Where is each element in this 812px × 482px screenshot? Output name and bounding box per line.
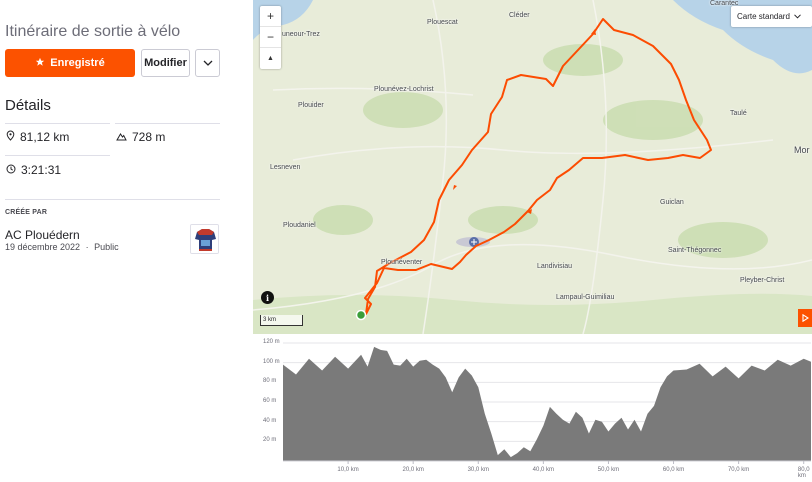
route-date: 19 décembre 2022: [5, 242, 81, 252]
edit-button[interactable]: Modifier: [141, 49, 190, 77]
map-type-value: Carte standard: [737, 12, 790, 21]
map-place-label: uneour-Trez: [282, 31, 320, 38]
map-place-label: Ploudaniel: [283, 222, 316, 229]
map-place-label: Plounéventer: [381, 259, 423, 266]
flyover-play-button[interactable]: [798, 309, 812, 327]
map-place-label: Plouider: [298, 102, 324, 109]
clock-icon: [6, 163, 16, 177]
saved-button[interactable]: Enregistré: [5, 49, 135, 77]
map-canvas[interactable]: [253, 0, 812, 334]
elevation-stat: 728 m: [116, 130, 165, 144]
chevron-down-icon: [203, 57, 213, 69]
duration-stat: 3:21:31: [6, 163, 61, 177]
elevation-profile[interactable]: 120 m 100 m 80 m 60 m 40 m 20 m 10,0 km 20,0 k…: [253, 334, 812, 482]
edit-button-label: Modifier: [144, 57, 187, 69]
scale-label: 3 km: [263, 317, 277, 323]
route-start-marker: [355, 309, 367, 321]
info-icon: i: [265, 292, 270, 303]
divider: [5, 155, 110, 156]
elevation-chart[interactable]: [253, 334, 812, 482]
created-by-label: CRÉÉE PAR: [5, 209, 48, 216]
page-title: Itinéraire de sortie à vélo: [5, 23, 181, 40]
distance-value: 81,12 km: [20, 130, 70, 144]
map-pin-icon: [6, 130, 15, 144]
zoom-in-button[interactable]: +: [260, 6, 281, 27]
details-heading: Détails: [5, 97, 51, 114]
visibility-label: Public: [94, 242, 119, 252]
map-place-label: Pleyber-Christ: [740, 277, 785, 284]
zoom-out-button[interactable]: −: [260, 27, 281, 48]
chevron-down-icon: [794, 12, 801, 21]
route-meta: 19 décembre 2022 · Public: [5, 242, 119, 252]
map-zoom-controls: + − ▲: [260, 6, 281, 69]
compass-button[interactable]: ▲: [260, 48, 281, 69]
star-icon: [35, 57, 45, 70]
divider: [5, 123, 110, 124]
map-place-label: Mor: [794, 145, 810, 155]
map-place-label: Taulé: [730, 110, 747, 117]
route-map[interactable]: Carantec Cléder Plouescat uneour-Trez Pl…: [253, 0, 812, 334]
elevation-area: [283, 346, 811, 461]
saved-button-label: Enregistré: [50, 57, 105, 69]
map-place-label: Lampaul-Guimiliau: [556, 294, 615, 301]
divider: [115, 123, 220, 124]
map-type-select[interactable]: Carte standard: [731, 6, 812, 27]
distance-stat: 81,12 km: [6, 130, 69, 144]
map-scale: 3 km: [260, 315, 303, 326]
map-place-label: Lesneven: [270, 164, 301, 171]
map-place-label: Plounévez-Lochrist: [374, 86, 434, 93]
map-place-label: Landivisiau: [537, 263, 573, 270]
map-place-label: Cléder: [509, 12, 530, 19]
play-icon: [801, 309, 809, 327]
info-button[interactable]: i: [261, 291, 274, 304]
mountain-icon: [116, 130, 127, 144]
map-place-label: Guiclan: [660, 199, 684, 206]
divider: [5, 199, 220, 200]
club-avatar[interactable]: [190, 224, 219, 254]
map-place-label: Plouescat: [427, 19, 458, 26]
compass-icon: ▲: [267, 55, 274, 62]
route-details-panel: Itinéraire de sortie à vélo Enregistré M…: [0, 0, 252, 482]
elevation-value: 728 m: [132, 130, 166, 144]
club-name-link[interactable]: AC Plouédern: [5, 228, 80, 242]
duration-value: 3:21:31: [21, 163, 62, 177]
jersey-icon: [191, 225, 218, 253]
more-options-button[interactable]: [195, 49, 220, 77]
map-place-label: Saint-Thégonnec: [668, 247, 722, 254]
meta-separator: ·: [85, 242, 89, 252]
